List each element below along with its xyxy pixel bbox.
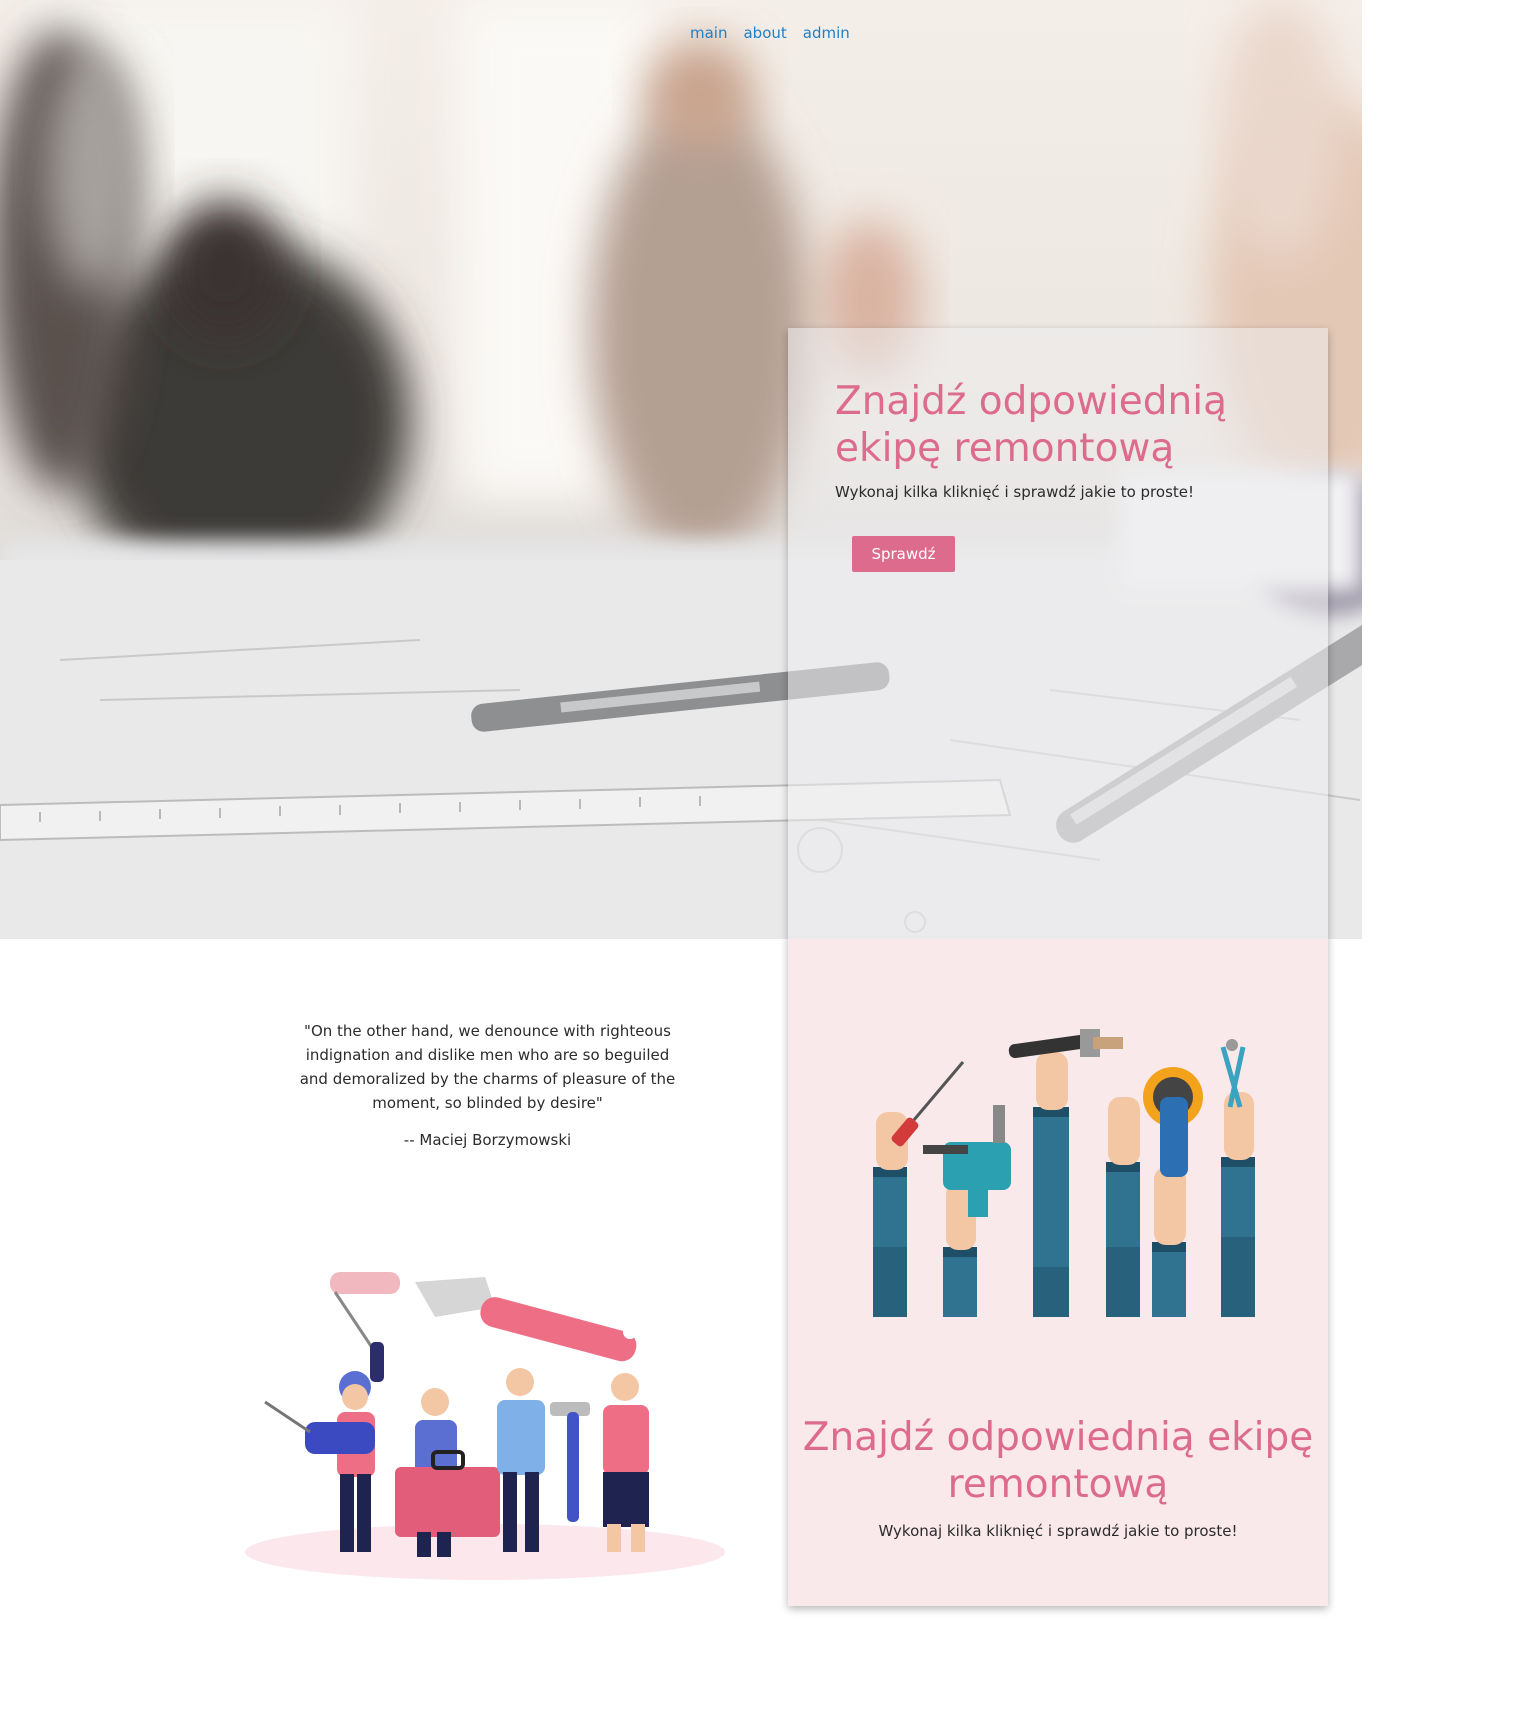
nav-link-about[interactable]: about bbox=[743, 24, 786, 42]
nav-link-main[interactable]: main bbox=[690, 24, 727, 42]
testimonial-quote: "On the other hand, we denounce with rig… bbox=[299, 1022, 676, 1112]
nav-link-admin[interactable]: admin bbox=[803, 24, 850, 42]
check-button[interactable]: Sprawdź bbox=[852, 536, 955, 572]
main-nav: main about admin bbox=[690, 24, 850, 42]
testimonial-author: -- Maciej Borzymowski bbox=[403, 1131, 572, 1149]
hero-subtitle: Wykonaj kilka kliknięć i sprawdź jakie t… bbox=[835, 483, 1195, 501]
hero-title: Znajdź odpowiednią ekipę remontową bbox=[835, 379, 1227, 471]
hero-right-margin bbox=[1362, 0, 1525, 939]
raised-hands-tools-illustration bbox=[873, 1029, 1255, 1317]
feature-title: Znajdź odpowiednią ekipę remontową bbox=[802, 1415, 1314, 1507]
hero-card: Znajdź odpowiednią ekipę remontową Wykon… bbox=[788, 328, 1328, 1606]
feature-subtitle: Wykonaj kilka kliknięć i sprawdź jakie t… bbox=[878, 1522, 1238, 1540]
team-with-tools-illustration bbox=[245, 1272, 725, 1580]
